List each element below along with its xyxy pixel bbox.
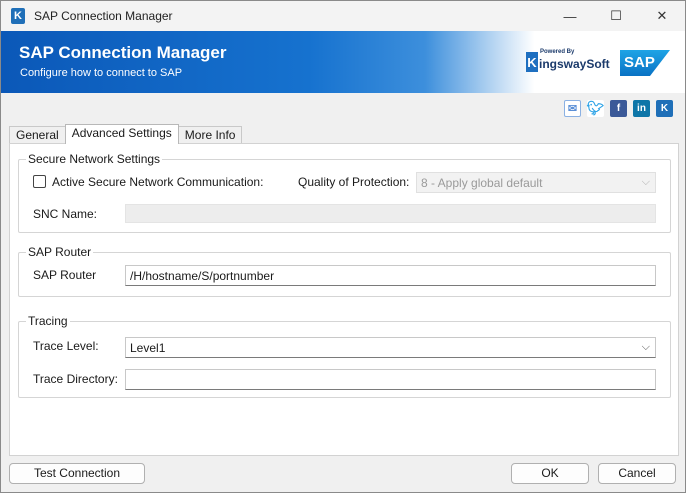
tab-advanced-settings[interactable]: Advanced Settings (64, 124, 179, 144)
banner-subtitle: Configure how to connect to SAP (20, 67, 183, 79)
tab-general[interactable]: General (9, 126, 66, 144)
email-icon[interactable]: ✉ (564, 100, 581, 117)
secure-network-legend: Secure Network Settings (26, 152, 163, 166)
sap-router-group: SAP Router SAP Router /H/hostname/S/port… (18, 245, 671, 297)
twitter-icon[interactable]: 🐦︎ (587, 100, 604, 117)
trace-directory-input[interactable] (125, 369, 656, 390)
sap-router-input[interactable]: /H/hostname/S/portnumber (125, 265, 656, 286)
close-icon: ✕ (656, 8, 668, 23)
active-snc-checkbox[interactable] (33, 175, 46, 188)
title-bar: K SAP Connection Manager — ☐ ✕ (1, 1, 685, 31)
test-connection-button[interactable]: Test Connection (9, 463, 145, 484)
secure-network-settings-group: Secure Network Settings Active Secure Ne… (18, 152, 671, 233)
tab-strip: General Advanced Settings More Info (9, 124, 243, 144)
snc-name-label: SNC Name: (33, 207, 98, 221)
trace-level-value: Level1 (130, 341, 166, 355)
qop-label: Quality of Protection: (298, 175, 410, 189)
tab-more-info[interactable]: More Info (177, 126, 243, 144)
minimize-button[interactable]: — (547, 1, 593, 31)
qop-value: 8 - Apply global default (421, 176, 543, 190)
snc-name-field[interactable] (125, 204, 656, 223)
kingswaysoft-app-icon: K (11, 8, 25, 24)
ok-button[interactable]: OK (511, 463, 589, 484)
active-snc-label: Active Secure Network Communication: (52, 175, 264, 189)
cancel-button[interactable]: Cancel (598, 463, 676, 484)
window-controls: — ☐ ✕ (547, 1, 685, 31)
maximize-button[interactable]: ☐ (593, 1, 639, 31)
sap-connection-manager-window: K SAP Connection Manager — ☐ ✕ SAP Conne… (0, 0, 686, 493)
kingswaysoft-logo: Powered By K ingswaySoft (526, 49, 612, 77)
trace-directory-label: Trace Directory: (33, 372, 118, 386)
chevron-down-icon: ⌵ (641, 341, 650, 353)
kingsway-icon[interactable]: K (656, 100, 673, 117)
sap-router-label: SAP Router (33, 268, 97, 282)
trace-level-dropdown[interactable]: Level1 ⌵ (125, 337, 656, 358)
banner-title: SAP Connection Manager (19, 43, 227, 62)
kingsway-k-mark: K (526, 52, 538, 72)
facebook-icon[interactable]: f (610, 100, 627, 117)
social-links: ✉ 🐦︎ f in K (564, 100, 673, 117)
linkedin-icon[interactable]: in (633, 100, 650, 117)
maximize-icon: ☐ (610, 8, 622, 23)
header-banner: SAP Connection Manager Configure how to … (1, 31, 685, 93)
advanced-settings-panel: Secure Network Settings Active Secure Ne… (9, 143, 679, 456)
kingsway-name: ingswaySoft (539, 57, 610, 71)
minimize-icon: — (563, 8, 577, 24)
sap-router-legend: SAP Router (26, 245, 94, 259)
trace-level-label: Trace Level: (33, 339, 99, 353)
qop-dropdown[interactable]: 8 - Apply global default ⌵ (416, 172, 656, 193)
tracing-legend: Tracing (26, 314, 70, 328)
powered-by-text: Powered By (540, 49, 575, 55)
sap-logo: SAP (620, 50, 670, 76)
chevron-down-icon: ⌵ (641, 176, 650, 188)
close-button[interactable]: ✕ (639, 1, 685, 31)
window-title: SAP Connection Manager (34, 9, 173, 23)
tracing-group: Tracing Trace Level: Level1 ⌵ Trace Dire… (18, 314, 671, 398)
